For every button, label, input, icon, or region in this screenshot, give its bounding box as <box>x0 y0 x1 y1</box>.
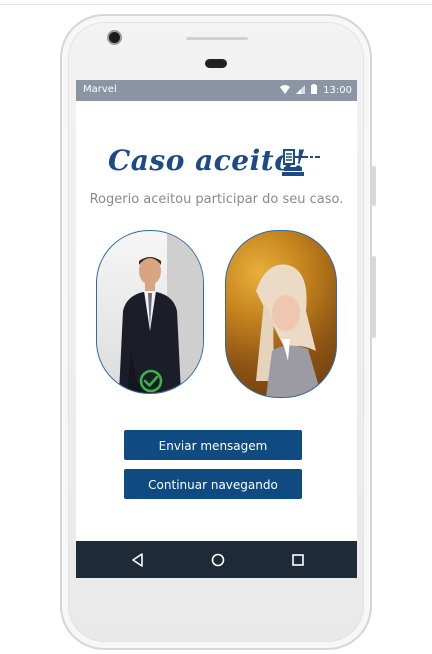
page-title: Caso aceito! <box>108 144 307 177</box>
battery-icon <box>311 84 318 97</box>
page-top-divider <box>0 4 432 5</box>
continue-browsing-button[interactable]: Continuar navegando <box>124 469 302 499</box>
system-nav-bar <box>76 541 357 578</box>
recents-square-icon <box>292 554 304 566</box>
proximity-sensor <box>205 59 227 68</box>
signal-icon <box>296 84 306 97</box>
home-circle-icon <box>211 553 225 567</box>
phone-volume-button <box>372 256 376 338</box>
status-icons: 13:00 <box>280 84 352 97</box>
carrier-label: Marvel <box>83 84 117 95</box>
nav-home-button[interactable] <box>206 548 230 572</box>
send-message-button[interactable]: Enviar mensagem <box>124 430 302 460</box>
clock-time: 13:00 <box>323 85 352 96</box>
phone-side-button <box>372 166 376 206</box>
nav-recents-button[interactable] <box>286 548 310 572</box>
title-row: Caso aceito! <box>76 144 357 184</box>
back-triangle-icon <box>132 553 143 567</box>
gavel-icon <box>282 149 320 176</box>
client-photo <box>225 230 337 398</box>
earpiece-speaker <box>186 37 248 40</box>
front-camera <box>109 32 120 43</box>
wifi-icon <box>280 84 291 97</box>
app-screen: Marvel 13:00 Caso aceito! Rogerio aceito… <box>76 80 357 578</box>
client-illustration <box>256 264 322 397</box>
acceptance-message: Rogerio aceitou participar do seu caso. <box>89 192 344 207</box>
nav-back-button[interactable] <box>126 548 150 572</box>
status-bar: Marvel 13:00 <box>76 80 357 101</box>
check-circle-icon <box>139 369 163 393</box>
